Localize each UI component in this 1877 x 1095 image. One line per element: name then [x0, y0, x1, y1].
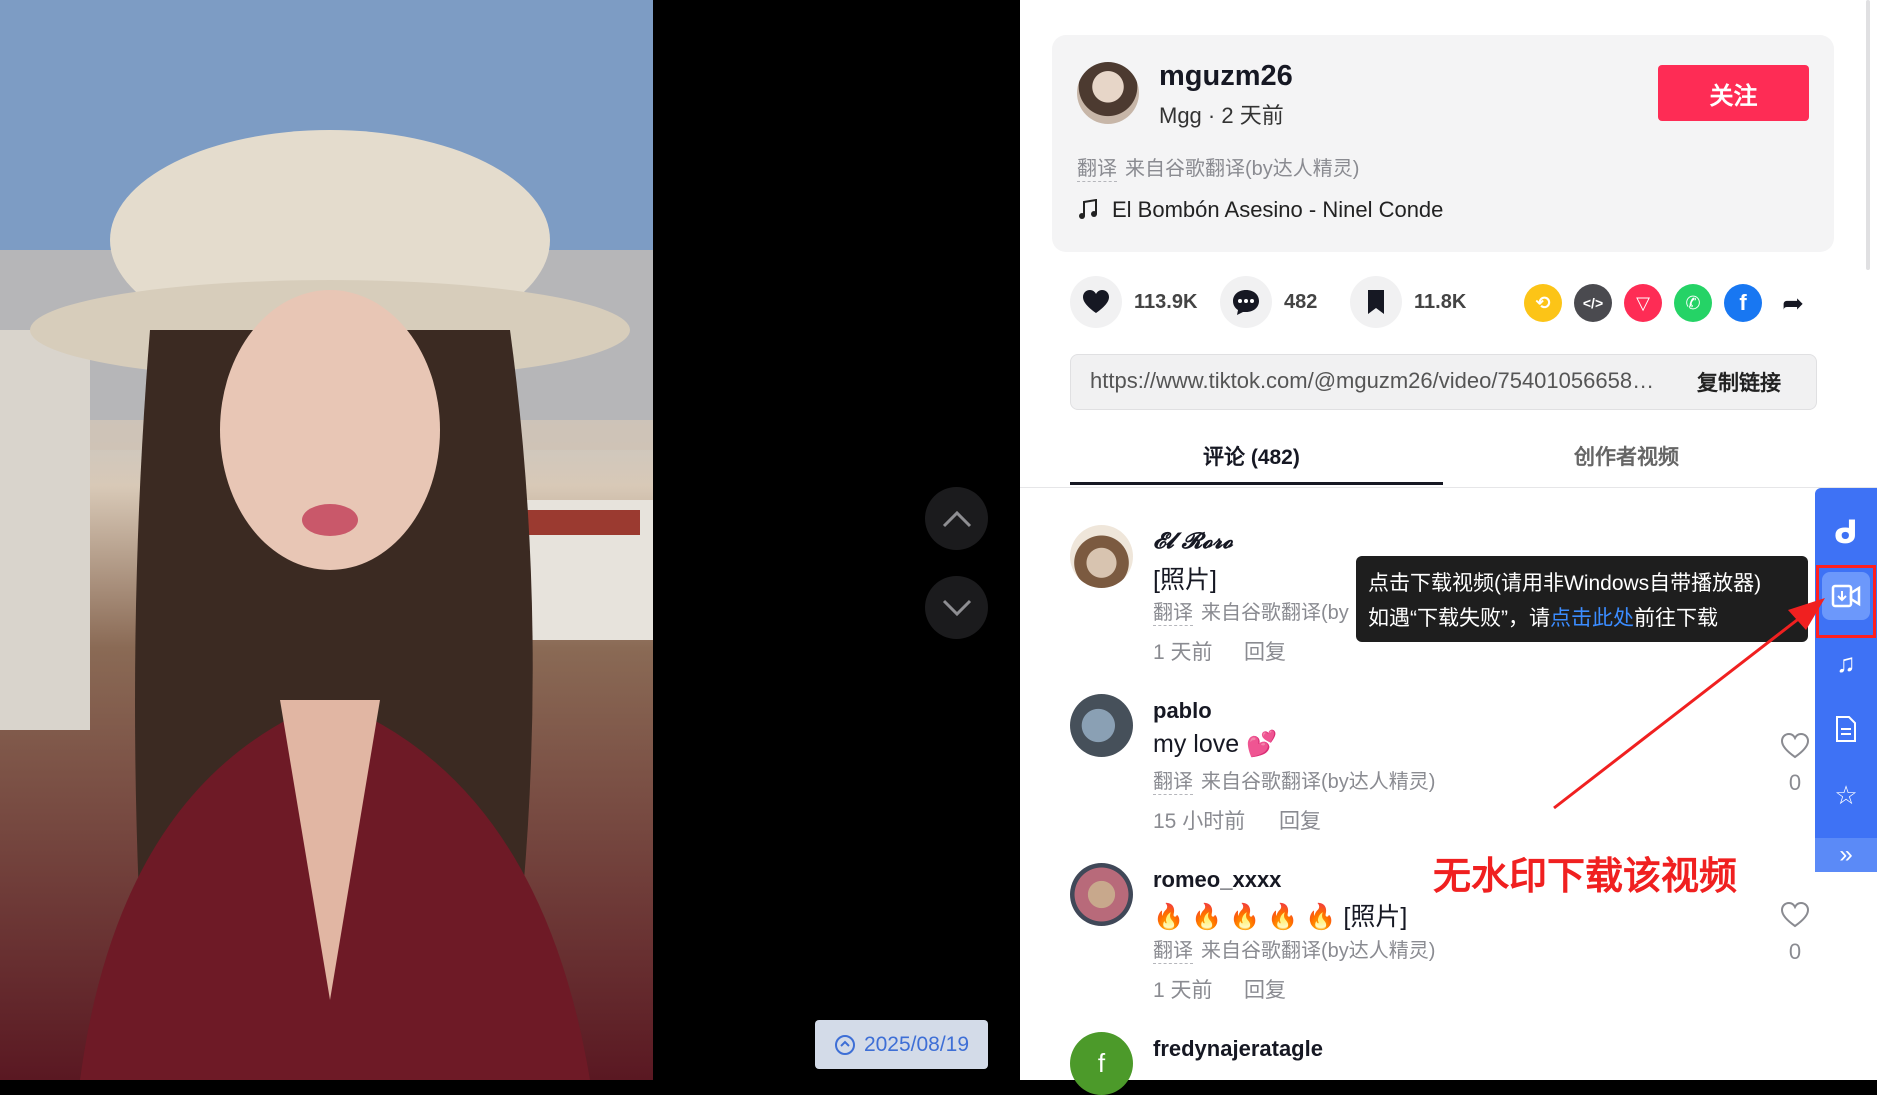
comment-text: 🔥 🔥 🔥 🔥 🔥 [照片] — [1153, 903, 1408, 931]
comment-like-count: 0 — [1788, 939, 1802, 964]
comment-translate-source: 来自谷歌翻译(by达人精灵) — [1201, 940, 1436, 962]
publish-date-badge: 2025/08/19 — [815, 1020, 988, 1069]
chevron-down-icon — [942, 599, 971, 616]
share-row: ⟲ </> ▽ ✆ f ➦ — [1524, 284, 1812, 322]
comment-time: 15 小时前 — [1153, 810, 1246, 833]
comment-avatar[interactable] — [1070, 525, 1133, 588]
comment-translate-row: 翻译 来自谷歌翻译(by — [1153, 596, 1349, 626]
bookmark-icon — [1368, 290, 1384, 314]
comment-like-button[interactable] — [1780, 901, 1810, 933]
like-count: 113.9K — [1134, 290, 1198, 313]
comment-translate-row: 翻译 来自谷歌翻译(by达人精灵) — [1153, 765, 1435, 795]
comment-text: my love 💕 — [1153, 730, 1278, 758]
save-stat[interactable]: 11.8K — [1350, 276, 1466, 328]
heart-outline-icon — [1780, 901, 1810, 928]
send-icon[interactable]: ▽ — [1624, 284, 1662, 322]
tooltip-line-2-prefix: 如遇“下载失败”，请 — [1368, 607, 1550, 630]
video-link-url[interactable]: https://www.tiktok.com/@mguzm26/video/75… — [1090, 368, 1665, 394]
comment-reply-button[interactable]: 回复 — [1279, 805, 1321, 835]
author-username[interactable]: mguzm26 — [1159, 60, 1293, 93]
comment-username[interactable]: pablo — [1153, 698, 1212, 724]
comment-time: 1 天前 — [1153, 641, 1213, 664]
comment-time: 1 天前 — [1153, 979, 1213, 1002]
author-subline: Mgg · 2 天前 — [1159, 103, 1284, 128]
translate-button[interactable]: 翻译 — [1077, 152, 1117, 182]
annotation-text: 无水印下载该视频 — [1433, 856, 1738, 898]
comment-reply-button[interactable]: 回复 — [1244, 636, 1286, 666]
expand-icon[interactable]: » — [1815, 838, 1877, 872]
tab-creator-videos[interactable]: 创作者视频 — [1574, 441, 1679, 471]
copy-link-button[interactable]: 复制链接 — [1697, 367, 1781, 397]
share-arrow-icon[interactable]: ➦ — [1774, 284, 1812, 322]
comment-translate-button[interactable]: 翻译 — [1153, 765, 1193, 795]
chevron-up-icon — [942, 510, 971, 527]
previous-video-button[interactable] — [925, 487, 988, 550]
caption-translate-row: 翻译 来自谷歌翻译(by达人精灵) — [1077, 152, 1359, 182]
video-player[interactable] — [0, 0, 653, 1080]
scrollbar[interactable] — [1866, 0, 1870, 270]
like-stat[interactable]: 113.9K — [1070, 276, 1197, 328]
comment-stat[interactable]: 482 — [1220, 276, 1317, 328]
whatsapp-icon[interactable]: ✆ — [1674, 284, 1712, 322]
comment-avatar[interactable] — [1070, 694, 1133, 757]
comment-avatar[interactable] — [1070, 863, 1133, 926]
clock-icon — [834, 1034, 855, 1055]
video-frame-image — [0, 0, 653, 1080]
music-title: El Bombón Asesino - Ninel Conde — [1112, 197, 1444, 222]
tabs-divider — [1020, 487, 1877, 488]
save-count: 11.8K — [1414, 290, 1467, 313]
follow-button[interactable]: 关注 — [1658, 65, 1809, 121]
extension-logo-icon[interactable]: ᑯ — [1824, 510, 1868, 554]
heart-icon — [1083, 290, 1109, 313]
comment-translate-source: 来自谷歌翻译(by — [1201, 602, 1349, 624]
active-tab-indicator — [1070, 482, 1443, 485]
embed-code-icon[interactable]: </> — [1574, 284, 1612, 322]
annotation-arrow — [1553, 598, 1825, 810]
comment-username[interactable]: 𝓔𝓵 𝓡𝓸𝓻𝓸 — [1153, 528, 1233, 554]
publish-date: 2025/08/19 — [863, 1032, 970, 1056]
repost-icon[interactable]: ⟲ — [1524, 284, 1562, 322]
facebook-icon[interactable]: f — [1724, 284, 1762, 322]
comment-translate-row: 翻译 来自谷歌翻译(by达人精灵) — [1153, 934, 1435, 964]
comment-username[interactable]: romeo_xxxx — [1153, 867, 1281, 893]
comment-text: [照片] — [1153, 566, 1217, 594]
comment-count: 482 — [1284, 290, 1318, 313]
comment-translate-button[interactable]: 翻译 — [1153, 934, 1193, 964]
comment-translate-button[interactable]: 翻译 — [1153, 596, 1193, 626]
music-note-icon — [1079, 199, 1097, 219]
translate-source: 来自谷歌翻译(by达人精灵) — [1125, 158, 1360, 180]
comment-translate-source: 来自谷歌翻译(by达人精灵) — [1201, 771, 1436, 793]
comment-reply-button[interactable]: 回复 — [1244, 974, 1286, 1004]
comment-username[interactable]: fredynajeratagle — [1153, 1036, 1323, 1062]
music-row[interactable]: El Bombón Asesino - Ninel Conde — [1078, 197, 1443, 223]
comment-avatar[interactable]: f — [1070, 1032, 1133, 1095]
author-avatar[interactable] — [1077, 62, 1139, 124]
comment-icon — [1233, 290, 1259, 315]
tab-comments[interactable]: 评论 (482) — [1203, 441, 1300, 471]
next-video-button[interactable] — [925, 576, 988, 639]
